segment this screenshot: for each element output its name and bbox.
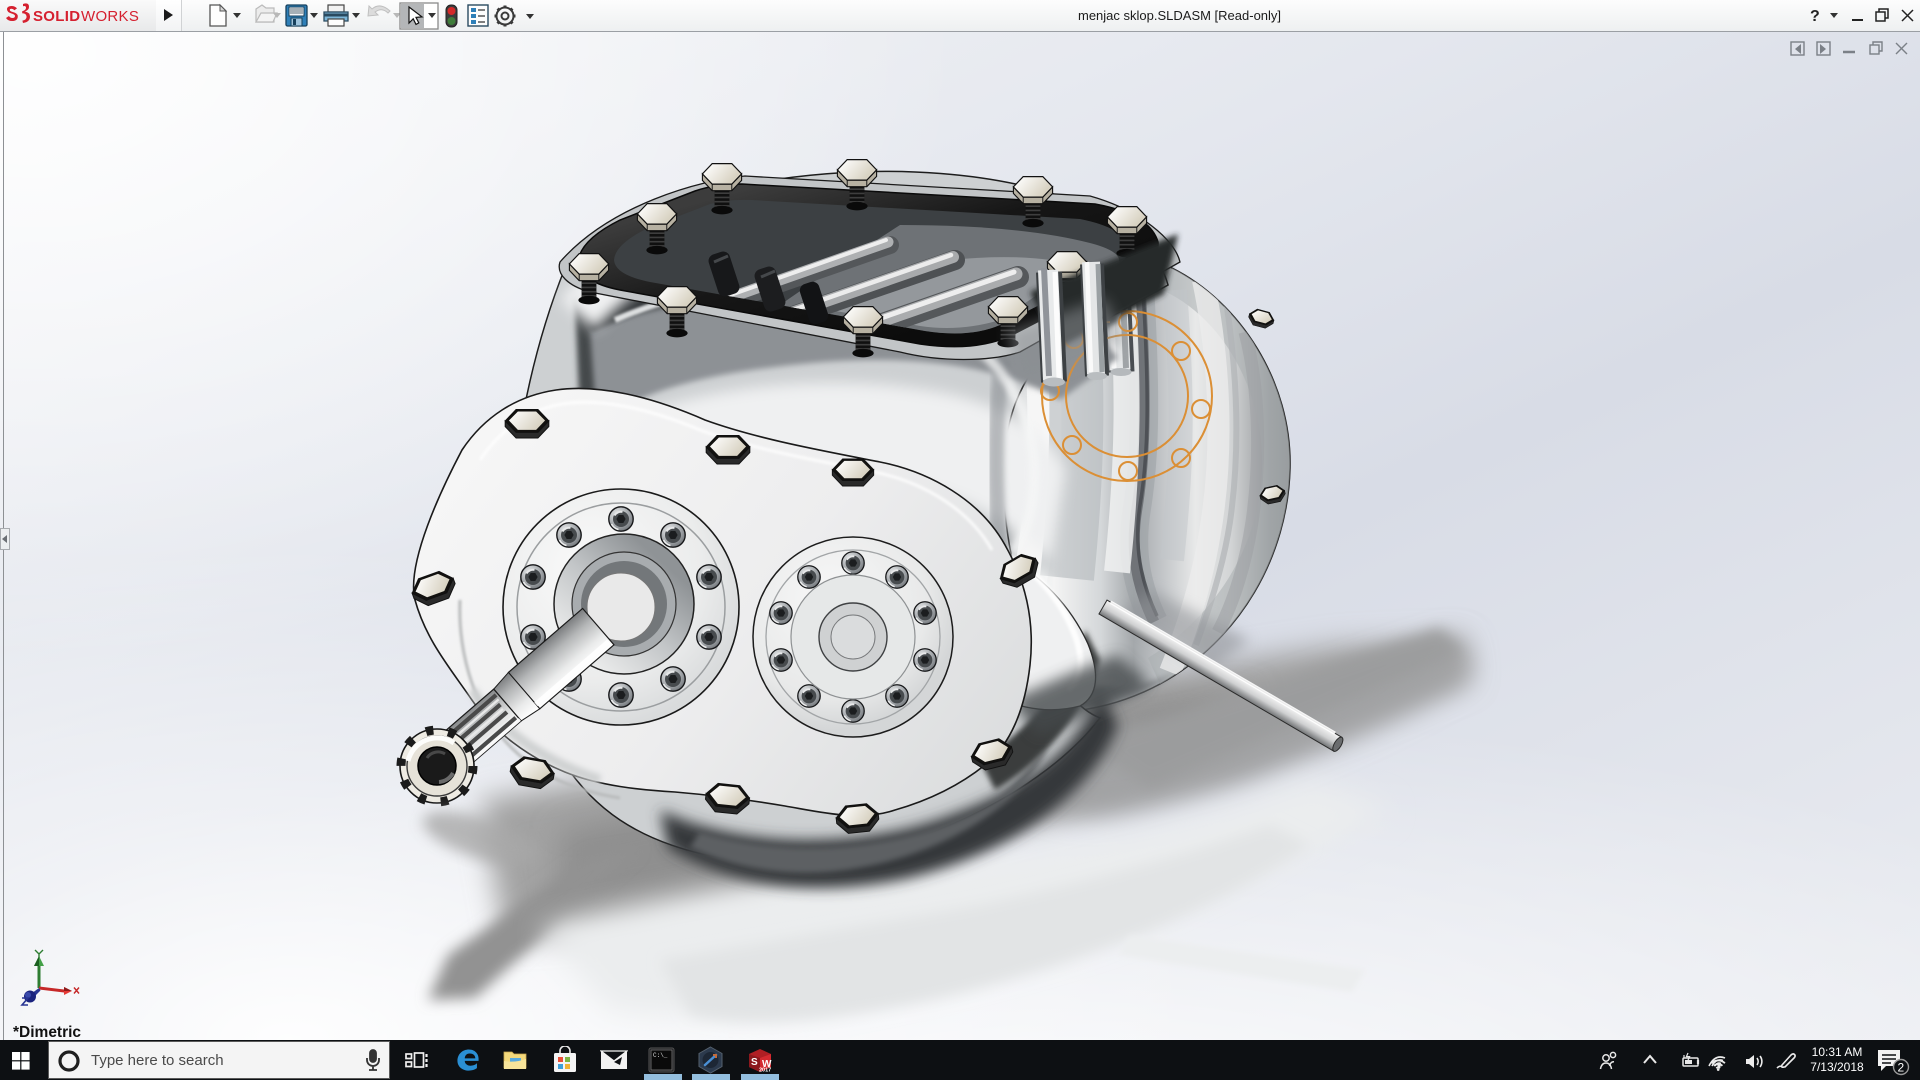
svg-text:2017: 2017 — [759, 1068, 771, 1074]
svg-text:WORKS: WORKS — [81, 8, 139, 25]
svg-text:SOLID: SOLID — [33, 8, 80, 25]
svg-text:C:\_: C:\_ — [653, 1052, 668, 1059]
svg-text:S: S — [751, 1057, 758, 1068]
svg-text:2: 2 — [1898, 1061, 1905, 1075]
svg-text:?: ? — [1810, 8, 1820, 25]
